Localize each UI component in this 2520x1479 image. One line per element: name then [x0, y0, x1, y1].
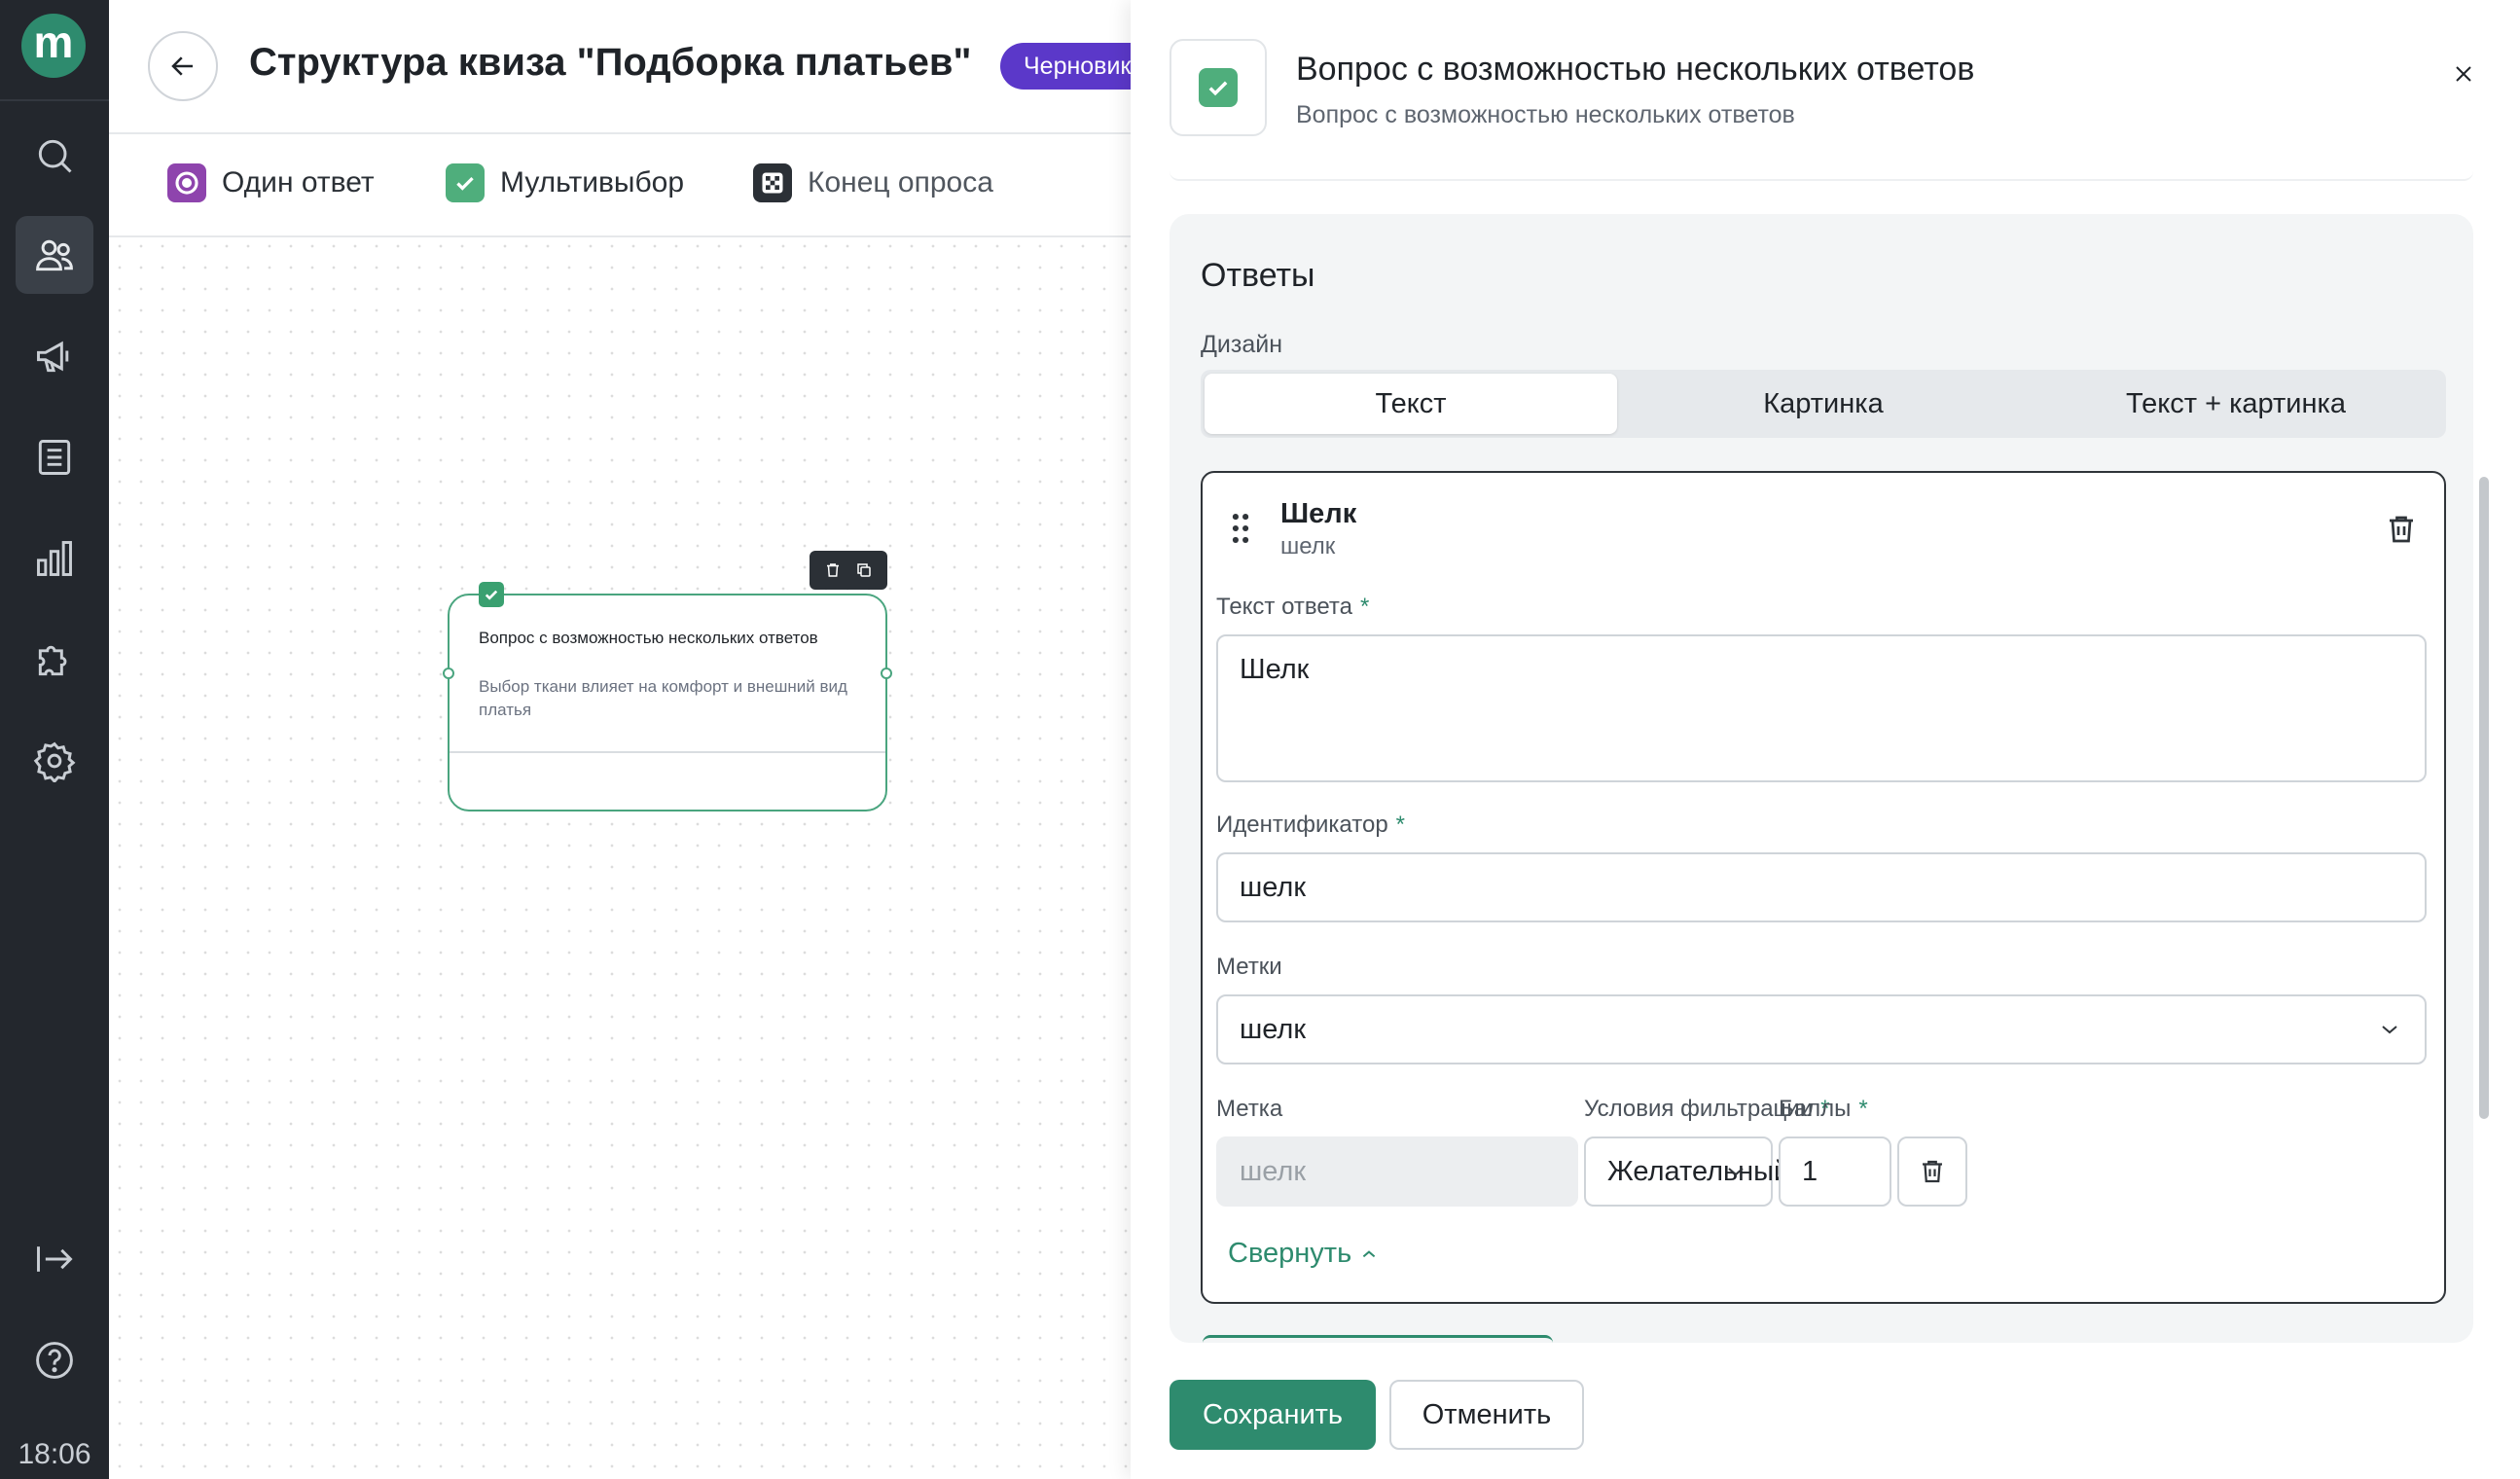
chevron-down-icon — [2382, 1026, 2397, 1034]
tool-label: Конец опроса — [808, 166, 993, 198]
filter-conditions-value: Желательный — [1607, 1155, 1790, 1187]
node-output-handle[interactable] — [881, 667, 892, 679]
close-icon — [2456, 66, 2471, 82]
tool-multi-select[interactable]: Мультивыбор — [446, 163, 684, 202]
design-option-image[interactable]: Картинка — [1617, 374, 2030, 434]
close-button[interactable] — [2444, 54, 2483, 93]
identifier-field[interactable]: шелк — [1216, 852, 2427, 922]
answers-heading: Ответы — [1201, 257, 1315, 294]
checkbox-icon — [1199, 68, 1238, 107]
checkbox-icon — [446, 163, 485, 202]
sidebar-item-help[interactable] — [16, 1321, 93, 1399]
trash-icon — [1923, 1160, 1942, 1183]
answers-panel: Ответы Дизайн Текст Картинка Текст + кар… — [1170, 214, 2473, 1343]
radio-icon — [167, 163, 206, 202]
node-subtitle: Выбор ткани влияет на комфорт и внешний … — [479, 677, 847, 719]
puzzle-icon — [38, 645, 67, 676]
cancel-button[interactable]: Отменить — [1389, 1380, 1584, 1450]
tool-label: Мультивыбор — [500, 166, 685, 198]
add-answer-button-edge — [1203, 1335, 1553, 1343]
bar-chart-icon — [37, 541, 72, 576]
points-field[interactable]: 1 — [1779, 1136, 1891, 1207]
sidebar-item-settings[interactable] — [16, 722, 93, 800]
node-input-handle[interactable] — [443, 667, 454, 679]
finish-flag-icon — [753, 163, 792, 202]
sidebar-item-documents[interactable] — [16, 418, 93, 496]
node-title: Вопрос с возможностью нескольких ответов — [479, 629, 818, 647]
trash-icon[interactable] — [824, 561, 842, 579]
drawer-subtitle: Вопрос с возможностью нескольких ответов — [1296, 101, 1795, 128]
sidebar-item-search[interactable] — [16, 117, 93, 195]
drawer-footer: Сохранить Отменить — [1131, 1343, 2520, 1479]
save-button[interactable]: Сохранить — [1170, 1380, 1376, 1450]
scrollbar[interactable] — [2479, 477, 2489, 1119]
tool-end-survey[interactable]: Конец опроса — [753, 163, 993, 202]
help-icon — [36, 1342, 73, 1379]
sidebar-item-users[interactable] — [16, 216, 93, 294]
megaphone-icon — [37, 341, 69, 373]
tags-select-value: шелк — [1240, 1013, 1307, 1045]
node-actions — [810, 551, 887, 590]
sidebar-item-campaigns[interactable] — [16, 317, 93, 395]
sidebar-divider — [0, 99, 109, 101]
tool-single-answer[interactable]: Один ответ — [167, 163, 375, 202]
copy-icon[interactable] — [855, 561, 873, 579]
delete-tag-button[interactable] — [1897, 1136, 1967, 1207]
tags-label: Метки — [1216, 954, 1282, 980]
points-label: Баллы * — [1779, 1096, 1868, 1122]
question-type-icon — [1170, 39, 1267, 136]
search-icon — [38, 139, 72, 173]
chevron-up-icon — [1362, 1249, 1376, 1257]
question-drawer: Вопрос с возможностью нескольких ответов… — [1131, 0, 2520, 1479]
clock-time: 18:06 — [18, 1438, 91, 1470]
design-selector: Текст Картинка Текст + картинка — [1201, 370, 2446, 438]
document-icon — [38, 440, 71, 475]
page-title: Структура квиза "Подборка платьев" — [249, 41, 972, 84]
identifier-label: Идентификатор * — [1216, 812, 1406, 838]
sidebar-item-logout[interactable] — [16, 1220, 93, 1298]
node-toolbar: Один ответ Мультивыбор Конец опроса — [109, 134, 1131, 237]
filter-conditions-select[interactable]: Желательный — [1584, 1136, 1789, 1207]
trash-icon[interactable] — [2384, 512, 2419, 547]
gear-icon — [33, 741, 76, 782]
checkbox-icon — [479, 582, 504, 607]
sidebar-item-integrations[interactable] — [16, 621, 93, 699]
answer-title: Шелк — [1280, 498, 1357, 529]
users-icon — [36, 239, 73, 271]
tag-field: шелк — [1216, 1136, 1578, 1207]
collapse-link[interactable]: Свернуть — [1228, 1238, 1377, 1270]
tags-select[interactable]: шелк — [1216, 994, 2427, 1064]
arrow-left-icon — [171, 56, 193, 76]
page-header: Структура квиза "Подборка платьев" Черно… — [109, 0, 1155, 134]
sidebar: m 18:06 — [0, 0, 109, 1479]
tool-label: Один ответ — [222, 166, 375, 198]
answer-text-label: Текст ответа * — [1216, 594, 1370, 620]
answer-text-field[interactable]: Шелк — [1216, 634, 2427, 782]
chevron-down-icon — [1728, 1168, 1744, 1176]
tag-label: Метка — [1216, 1096, 1283, 1122]
drag-handle-icon[interactable] — [1230, 512, 1251, 545]
design-option-text-image[interactable]: Текст + картинка — [2030, 374, 2442, 434]
app-logo[interactable]: m — [21, 14, 86, 78]
node-divider — [450, 751, 885, 753]
sidebar-item-analytics[interactable] — [16, 520, 93, 597]
question-node[interactable]: Вопрос с возможностью нескольких ответов… — [443, 582, 892, 812]
design-option-text[interactable]: Текст — [1205, 374, 1617, 434]
collapse-label: Свернуть — [1228, 1238, 1352, 1269]
logout-icon — [37, 1246, 73, 1272]
drawer-title: Вопрос с возможностью нескольких ответов — [1296, 51, 1975, 88]
design-label: Дизайн — [1201, 331, 1283, 358]
answer-card: Шелк шелк Текст ответа * Шелк Идентификат… — [1201, 471, 2446, 1304]
drawer-header: Вопрос с возможностью нескольких ответов… — [1131, 0, 2520, 146]
section-divider — [1170, 171, 2473, 181]
back-button[interactable] — [148, 31, 218, 101]
answer-subtitle: шелк — [1280, 533, 1336, 559]
